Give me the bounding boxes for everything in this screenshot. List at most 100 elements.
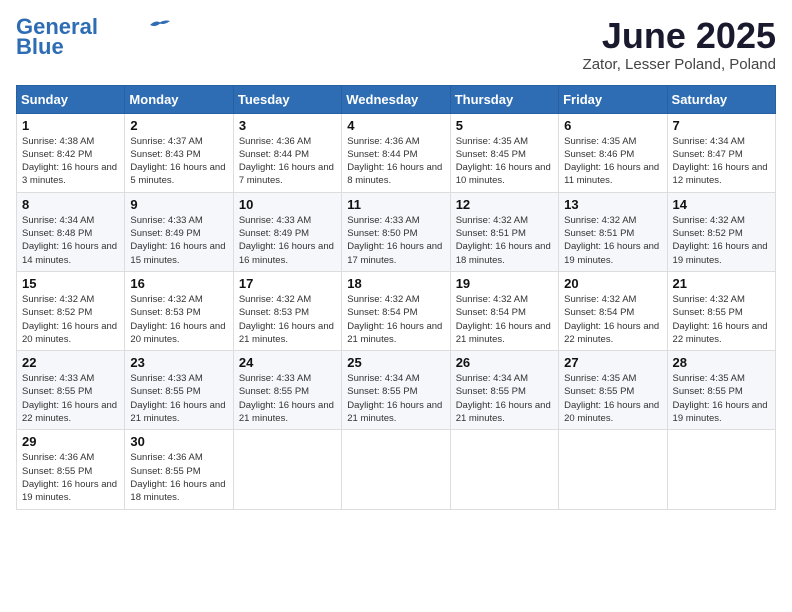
day-number: 5 bbox=[456, 118, 553, 133]
day-number: 1 bbox=[22, 118, 119, 133]
day-info: Sunrise: 4:33 AM Sunset: 8:50 PM Dayligh… bbox=[347, 214, 444, 267]
calendar-cell: 9 Sunrise: 4:33 AM Sunset: 8:49 PM Dayli… bbox=[125, 192, 233, 271]
day-info: Sunrise: 4:32 AM Sunset: 8:54 PM Dayligh… bbox=[456, 293, 553, 346]
calendar-cell bbox=[233, 430, 341, 509]
title-section: June 2025 Zator, Lesser Poland, Poland bbox=[583, 16, 776, 73]
calendar-cell: 4 Sunrise: 4:36 AM Sunset: 8:44 PM Dayli… bbox=[342, 113, 450, 192]
calendar-week-row: 8 Sunrise: 4:34 AM Sunset: 8:48 PM Dayli… bbox=[17, 192, 776, 271]
calendar-cell bbox=[342, 430, 450, 509]
logo-blue: Blue bbox=[16, 36, 64, 58]
weekday-header-thursday: Thursday bbox=[450, 85, 558, 113]
day-number: 22 bbox=[22, 355, 119, 370]
weekday-header-tuesday: Tuesday bbox=[233, 85, 341, 113]
day-number: 29 bbox=[22, 434, 119, 449]
day-number: 19 bbox=[456, 276, 553, 291]
day-number: 14 bbox=[673, 197, 770, 212]
calendar-cell: 14 Sunrise: 4:32 AM Sunset: 8:52 PM Dayl… bbox=[667, 192, 775, 271]
calendar-cell: 23 Sunrise: 4:33 AM Sunset: 8:55 PM Dayl… bbox=[125, 351, 233, 430]
day-info: Sunrise: 4:35 AM Sunset: 8:45 PM Dayligh… bbox=[456, 135, 553, 188]
location-subtitle: Zator, Lesser Poland, Poland bbox=[583, 56, 776, 73]
day-info: Sunrise: 4:34 AM Sunset: 8:55 PM Dayligh… bbox=[347, 372, 444, 425]
calendar-cell: 18 Sunrise: 4:32 AM Sunset: 8:54 PM Dayl… bbox=[342, 271, 450, 350]
calendar-cell: 2 Sunrise: 4:37 AM Sunset: 8:43 PM Dayli… bbox=[125, 113, 233, 192]
day-number: 18 bbox=[347, 276, 444, 291]
day-info: Sunrise: 4:34 AM Sunset: 8:55 PM Dayligh… bbox=[456, 372, 553, 425]
calendar-cell: 16 Sunrise: 4:32 AM Sunset: 8:53 PM Dayl… bbox=[125, 271, 233, 350]
day-number: 17 bbox=[239, 276, 336, 291]
weekday-header-wednesday: Wednesday bbox=[342, 85, 450, 113]
calendar-week-row: 15 Sunrise: 4:32 AM Sunset: 8:52 PM Dayl… bbox=[17, 271, 776, 350]
day-number: 15 bbox=[22, 276, 119, 291]
day-info: Sunrise: 4:38 AM Sunset: 8:42 PM Dayligh… bbox=[22, 135, 119, 188]
calendar-cell bbox=[559, 430, 667, 509]
day-info: Sunrise: 4:32 AM Sunset: 8:51 PM Dayligh… bbox=[564, 214, 661, 267]
calendar-week-row: 29 Sunrise: 4:36 AM Sunset: 8:55 PM Dayl… bbox=[17, 430, 776, 509]
day-info: Sunrise: 4:35 AM Sunset: 8:55 PM Dayligh… bbox=[564, 372, 661, 425]
day-number: 20 bbox=[564, 276, 661, 291]
calendar-cell: 5 Sunrise: 4:35 AM Sunset: 8:45 PM Dayli… bbox=[450, 113, 558, 192]
weekday-header-monday: Monday bbox=[125, 85, 233, 113]
day-number: 25 bbox=[347, 355, 444, 370]
day-number: 4 bbox=[347, 118, 444, 133]
calendar-cell: 21 Sunrise: 4:32 AM Sunset: 8:55 PM Dayl… bbox=[667, 271, 775, 350]
day-number: 11 bbox=[347, 197, 444, 212]
day-info: Sunrise: 4:36 AM Sunset: 8:44 PM Dayligh… bbox=[347, 135, 444, 188]
calendar-cell: 25 Sunrise: 4:34 AM Sunset: 8:55 PM Dayl… bbox=[342, 351, 450, 430]
calendar-cell: 1 Sunrise: 4:38 AM Sunset: 8:42 PM Dayli… bbox=[17, 113, 125, 192]
day-number: 12 bbox=[456, 197, 553, 212]
day-number: 6 bbox=[564, 118, 661, 133]
day-info: Sunrise: 4:33 AM Sunset: 8:55 PM Dayligh… bbox=[130, 372, 227, 425]
day-number: 9 bbox=[130, 197, 227, 212]
day-info: Sunrise: 4:35 AM Sunset: 8:46 PM Dayligh… bbox=[564, 135, 661, 188]
day-number: 26 bbox=[456, 355, 553, 370]
calendar-cell: 8 Sunrise: 4:34 AM Sunset: 8:48 PM Dayli… bbox=[17, 192, 125, 271]
month-title: June 2025 bbox=[583, 16, 776, 56]
calendar-cell: 24 Sunrise: 4:33 AM Sunset: 8:55 PM Dayl… bbox=[233, 351, 341, 430]
calendar-cell: 26 Sunrise: 4:34 AM Sunset: 8:55 PM Dayl… bbox=[450, 351, 558, 430]
calendar-cell: 11 Sunrise: 4:33 AM Sunset: 8:50 PM Dayl… bbox=[342, 192, 450, 271]
day-info: Sunrise: 4:37 AM Sunset: 8:43 PM Dayligh… bbox=[130, 135, 227, 188]
calendar-cell bbox=[667, 430, 775, 509]
calendar-cell: 22 Sunrise: 4:33 AM Sunset: 8:55 PM Dayl… bbox=[17, 351, 125, 430]
day-info: Sunrise: 4:32 AM Sunset: 8:54 PM Dayligh… bbox=[347, 293, 444, 346]
day-info: Sunrise: 4:36 AM Sunset: 8:44 PM Dayligh… bbox=[239, 135, 336, 188]
day-number: 13 bbox=[564, 197, 661, 212]
calendar-cell: 20 Sunrise: 4:32 AM Sunset: 8:54 PM Dayl… bbox=[559, 271, 667, 350]
day-number: 27 bbox=[564, 355, 661, 370]
calendar-cell: 28 Sunrise: 4:35 AM Sunset: 8:55 PM Dayl… bbox=[667, 351, 775, 430]
day-info: Sunrise: 4:32 AM Sunset: 8:53 PM Dayligh… bbox=[130, 293, 227, 346]
calendar-week-row: 1 Sunrise: 4:38 AM Sunset: 8:42 PM Dayli… bbox=[17, 113, 776, 192]
day-number: 7 bbox=[673, 118, 770, 133]
weekday-header-friday: Friday bbox=[559, 85, 667, 113]
day-info: Sunrise: 4:32 AM Sunset: 8:53 PM Dayligh… bbox=[239, 293, 336, 346]
day-info: Sunrise: 4:33 AM Sunset: 8:49 PM Dayligh… bbox=[239, 214, 336, 267]
day-number: 8 bbox=[22, 197, 119, 212]
day-info: Sunrise: 4:36 AM Sunset: 8:55 PM Dayligh… bbox=[22, 451, 119, 504]
calendar-cell: 12 Sunrise: 4:32 AM Sunset: 8:51 PM Dayl… bbox=[450, 192, 558, 271]
logo-bird-icon bbox=[150, 18, 170, 32]
day-number: 24 bbox=[239, 355, 336, 370]
calendar-cell bbox=[450, 430, 558, 509]
day-number: 21 bbox=[673, 276, 770, 291]
logo: General Blue bbox=[16, 16, 170, 58]
day-info: Sunrise: 4:32 AM Sunset: 8:51 PM Dayligh… bbox=[456, 214, 553, 267]
page-header: General Blue June 2025 Zator, Lesser Pol… bbox=[16, 16, 776, 73]
calendar-cell: 10 Sunrise: 4:33 AM Sunset: 8:49 PM Dayl… bbox=[233, 192, 341, 271]
day-number: 30 bbox=[130, 434, 227, 449]
weekday-header-sunday: Sunday bbox=[17, 85, 125, 113]
day-number: 16 bbox=[130, 276, 227, 291]
calendar-cell: 27 Sunrise: 4:35 AM Sunset: 8:55 PM Dayl… bbox=[559, 351, 667, 430]
day-info: Sunrise: 4:34 AM Sunset: 8:48 PM Dayligh… bbox=[22, 214, 119, 267]
day-info: Sunrise: 4:32 AM Sunset: 8:55 PM Dayligh… bbox=[673, 293, 770, 346]
calendar-cell: 3 Sunrise: 4:36 AM Sunset: 8:44 PM Dayli… bbox=[233, 113, 341, 192]
day-info: Sunrise: 4:32 AM Sunset: 8:54 PM Dayligh… bbox=[564, 293, 661, 346]
calendar-week-row: 22 Sunrise: 4:33 AM Sunset: 8:55 PM Dayl… bbox=[17, 351, 776, 430]
day-info: Sunrise: 4:33 AM Sunset: 8:55 PM Dayligh… bbox=[239, 372, 336, 425]
day-info: Sunrise: 4:33 AM Sunset: 8:49 PM Dayligh… bbox=[130, 214, 227, 267]
day-info: Sunrise: 4:32 AM Sunset: 8:52 PM Dayligh… bbox=[673, 214, 770, 267]
day-info: Sunrise: 4:34 AM Sunset: 8:47 PM Dayligh… bbox=[673, 135, 770, 188]
day-info: Sunrise: 4:32 AM Sunset: 8:52 PM Dayligh… bbox=[22, 293, 119, 346]
calendar-table: SundayMondayTuesdayWednesdayThursdayFrid… bbox=[16, 85, 776, 510]
weekday-header-saturday: Saturday bbox=[667, 85, 775, 113]
calendar-cell: 19 Sunrise: 4:32 AM Sunset: 8:54 PM Dayl… bbox=[450, 271, 558, 350]
